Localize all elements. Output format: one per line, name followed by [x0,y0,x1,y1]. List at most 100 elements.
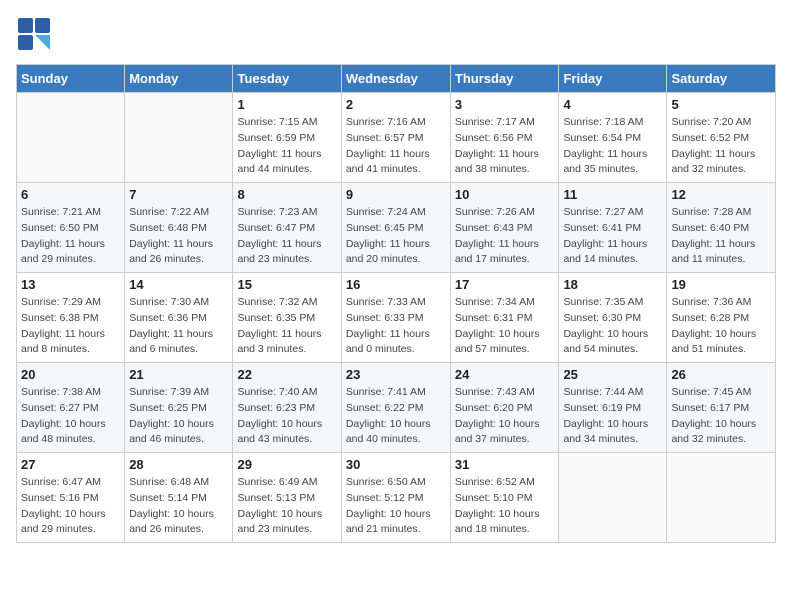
day-info: Sunrise: 6:48 AM Sunset: 5:14 PM Dayligh… [129,475,228,538]
day-number: 31 [455,457,555,472]
calendar-cell [667,453,776,543]
day-info: Sunrise: 7:17 AM Sunset: 6:56 PM Dayligh… [455,115,555,178]
day-number: 22 [237,367,336,382]
calendar-cell: 27Sunrise: 6:47 AM Sunset: 5:16 PM Dayli… [17,453,125,543]
weekday-header-row: SundayMondayTuesdayWednesdayThursdayFrid… [17,65,776,93]
calendar-cell: 4 Sunrise: 7:18 AM Sunset: 6:54 PM Daylig… [559,93,667,183]
calendar-cell: 17 Sunrise: 7:34 AM Sunset: 6:31 PM Dayli… [450,273,559,363]
day-info: Sunrise: 7:45 AM Sunset: 6:17 PM Dayligh… [671,385,771,448]
weekday-header-monday: Monday [125,65,233,93]
day-number: 15 [237,277,336,292]
day-info: Sunrise: 7:44 AM Sunset: 6:19 PM Dayligh… [563,385,662,448]
calendar-week-4: 20Sunrise: 7:38 AM Sunset: 6:27 PM Dayli… [17,363,776,453]
day-number: 5 [671,97,771,112]
day-number: 19 [671,277,771,292]
day-info: Sunrise: 7:39 AM Sunset: 6:25 PM Dayligh… [129,385,228,448]
calendar-cell: 6 Sunrise: 7:21 AM Sunset: 6:50 PM Daylig… [17,183,125,273]
calendar-cell: 14 Sunrise: 7:30 AM Sunset: 6:36 PM Dayli… [125,273,233,363]
day-info: Sunrise: 7:28 AM Sunset: 6:40 PM Dayligh… [671,205,771,268]
day-number: 7 [129,187,228,202]
weekday-header-tuesday: Tuesday [233,65,341,93]
day-info: Sunrise: 7:20 AM Sunset: 6:52 PM Dayligh… [671,115,771,178]
day-info: Sunrise: 7:21 AM Sunset: 6:50 PM Dayligh… [21,205,120,268]
day-number: 30 [346,457,446,472]
day-number: 4 [563,97,662,112]
calendar-cell: 29 Sunrise: 6:49 AM Sunset: 5:13 PM Dayli… [233,453,341,543]
day-number: 1 [237,97,336,112]
day-number: 12 [671,187,771,202]
weekday-header-friday: Friday [559,65,667,93]
calendar-cell: 15 Sunrise: 7:32 AM Sunset: 6:35 PM Dayli… [233,273,341,363]
day-number: 23 [346,367,446,382]
calendar-cell: 3 Sunrise: 7:17 AM Sunset: 6:56 PM Daylig… [450,93,559,183]
day-number: 14 [129,277,228,292]
calendar-cell: 24 Sunrise: 7:43 AM Sunset: 6:20 PM Dayli… [450,363,559,453]
day-info: Sunrise: 7:26 AM Sunset: 6:43 PM Dayligh… [455,205,555,268]
calendar-cell: 1 Sunrise: 7:15 AM Sunset: 6:59 PM Daylig… [233,93,341,183]
day-number: 8 [237,187,336,202]
day-info: Sunrise: 6:50 AM Sunset: 5:12 PM Dayligh… [346,475,446,538]
day-info: Sunrise: 7:38 AM Sunset: 6:27 PM Dayligh… [21,385,120,448]
logo-icon [16,16,54,54]
day-info: Sunrise: 7:27 AM Sunset: 6:41 PM Dayligh… [563,205,662,268]
day-info: Sunrise: 7:30 AM Sunset: 6:36 PM Dayligh… [129,295,228,358]
weekday-header-wednesday: Wednesday [341,65,450,93]
calendar-cell: 21 Sunrise: 7:39 AM Sunset: 6:25 PM Dayli… [125,363,233,453]
calendar-week-3: 13 Sunrise: 7:29 AM Sunset: 6:38 PM Dayli… [17,273,776,363]
calendar-cell: 9 Sunrise: 7:24 AM Sunset: 6:45 PM Daylig… [341,183,450,273]
calendar-cell: 7 Sunrise: 7:22 AM Sunset: 6:48 PM Daylig… [125,183,233,273]
day-number: 25 [563,367,662,382]
day-info: Sunrise: 7:22 AM Sunset: 6:48 PM Dayligh… [129,205,228,268]
calendar-cell: 26Sunrise: 7:45 AM Sunset: 6:17 PM Dayli… [667,363,776,453]
calendar-cell: 20Sunrise: 7:38 AM Sunset: 6:27 PM Dayli… [17,363,125,453]
logo [16,16,58,54]
page-header [16,16,776,54]
day-info: Sunrise: 7:43 AM Sunset: 6:20 PM Dayligh… [455,385,555,448]
day-number: 29 [237,457,336,472]
calendar-cell: 12 Sunrise: 7:28 AM Sunset: 6:40 PM Dayli… [667,183,776,273]
day-number: 18 [563,277,662,292]
day-number: 17 [455,277,555,292]
calendar-cell: 11 Sunrise: 7:27 AM Sunset: 6:41 PM Dayli… [559,183,667,273]
calendar-cell: 30 Sunrise: 6:50 AM Sunset: 5:12 PM Dayli… [341,453,450,543]
day-number: 28 [129,457,228,472]
day-info: Sunrise: 7:35 AM Sunset: 6:30 PM Dayligh… [563,295,662,358]
calendar-cell: 22 Sunrise: 7:40 AM Sunset: 6:23 PM Dayli… [233,363,341,453]
day-info: Sunrise: 7:16 AM Sunset: 6:57 PM Dayligh… [346,115,446,178]
calendar-cell: 23Sunrise: 7:41 AM Sunset: 6:22 PM Dayli… [341,363,450,453]
weekday-header-saturday: Saturday [667,65,776,93]
calendar-week-2: 6 Sunrise: 7:21 AM Sunset: 6:50 PM Daylig… [17,183,776,273]
day-info: Sunrise: 7:15 AM Sunset: 6:59 PM Dayligh… [237,115,336,178]
day-number: 16 [346,277,446,292]
day-info: Sunrise: 6:49 AM Sunset: 5:13 PM Dayligh… [237,475,336,538]
day-number: 2 [346,97,446,112]
day-info: Sunrise: 7:33 AM Sunset: 6:33 PM Dayligh… [346,295,446,358]
day-number: 9 [346,187,446,202]
day-info: Sunrise: 6:47 AM Sunset: 5:16 PM Dayligh… [21,475,120,538]
weekday-header-sunday: Sunday [17,65,125,93]
calendar-cell: 8Sunrise: 7:23 AM Sunset: 6:47 PM Daylig… [233,183,341,273]
day-info: Sunrise: 7:34 AM Sunset: 6:31 PM Dayligh… [455,295,555,358]
day-info: Sunrise: 7:18 AM Sunset: 6:54 PM Dayligh… [563,115,662,178]
day-number: 6 [21,187,120,202]
day-number: 11 [563,187,662,202]
day-info: Sunrise: 7:40 AM Sunset: 6:23 PM Dayligh… [237,385,336,448]
calendar-cell: 10 Sunrise: 7:26 AM Sunset: 6:43 PM Dayli… [450,183,559,273]
calendar-header: SundayMondayTuesdayWednesdayThursdayFrid… [17,65,776,93]
day-number: 24 [455,367,555,382]
calendar-cell [125,93,233,183]
calendar-cell: 5 Sunrise: 7:20 AM Sunset: 6:52 PM Daylig… [667,93,776,183]
calendar-cell: 2 Sunrise: 7:16 AM Sunset: 6:57 PM Daylig… [341,93,450,183]
calendar-week-1: 1 Sunrise: 7:15 AM Sunset: 6:59 PM Daylig… [17,93,776,183]
calendar-cell: 28 Sunrise: 6:48 AM Sunset: 5:14 PM Dayli… [125,453,233,543]
day-number: 10 [455,187,555,202]
day-number: 3 [455,97,555,112]
day-info: Sunrise: 7:29 AM Sunset: 6:38 PM Dayligh… [21,295,120,358]
calendar-cell: 19Sunrise: 7:36 AM Sunset: 6:28 PM Dayli… [667,273,776,363]
day-info: Sunrise: 7:24 AM Sunset: 6:45 PM Dayligh… [346,205,446,268]
day-info: Sunrise: 7:32 AM Sunset: 6:35 PM Dayligh… [237,295,336,358]
day-number: 13 [21,277,120,292]
day-number: 21 [129,367,228,382]
calendar-cell: 25 Sunrise: 7:44 AM Sunset: 6:19 PM Dayli… [559,363,667,453]
calendar-cell: 13 Sunrise: 7:29 AM Sunset: 6:38 PM Dayli… [17,273,125,363]
